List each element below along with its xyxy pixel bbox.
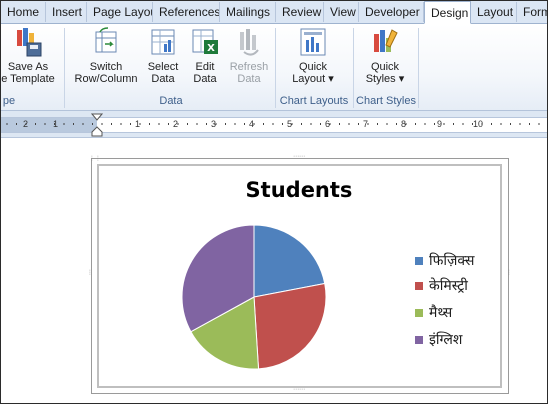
pie-slice-2[interactable] — [253, 282, 327, 370]
tab-review[interactable]: Review — [276, 2, 324, 22]
group-separator — [418, 28, 419, 108]
legend-label: फिज़िक्स — [429, 253, 475, 269]
quick-layout-icon — [300, 28, 326, 56]
refresh-data-label-1: Refresh — [229, 61, 269, 73]
legend-swatch — [415, 335, 423, 344]
tab-layout[interactable]: Layout — [471, 2, 517, 22]
quick-styles-label-1: Quick — [370, 61, 400, 73]
legend-label: मैथ्स — [429, 305, 453, 321]
excel-edit-icon: X — [192, 29, 218, 54]
group-separator — [275, 28, 276, 108]
tab-home[interactable]: Home — [1, 2, 46, 22]
select-data-label-2: Data — [151, 73, 175, 85]
resize-handle[interactable]: ⋮⋮ — [89, 155, 101, 162]
group-label-data: Data — [159, 95, 183, 107]
refresh-data-label-2: Data — [237, 73, 261, 85]
save-as-template-button[interactable]: Save As e Template — [1, 26, 61, 85]
svg-text:X: X — [207, 43, 215, 54]
edit-data-label-2: Data — [193, 73, 217, 85]
tab-mailings[interactable]: Mailings — [220, 2, 276, 22]
quick-styles-label-2: Styles ▾ — [365, 73, 405, 85]
legend-item[interactable]: मैथ्स — [415, 303, 452, 322]
group-separator — [64, 28, 65, 108]
switch-row-column-button[interactable]: Switch Row/Column — [69, 26, 143, 85]
chart-title[interactable]: Students — [199, 178, 399, 202]
legend-label: इंग्लिश — [429, 332, 463, 348]
legend-swatch — [415, 308, 423, 317]
group-label-chart-styles: Chart Styles — [356, 95, 416, 107]
window-frame: Home Insert Page Layout References Maili… — [0, 0, 548, 404]
select-data-icon — [151, 29, 175, 55]
tab-view[interactable]: View — [324, 2, 359, 22]
legend-swatch — [415, 256, 423, 265]
save-as-template-label-1: Save As — [7, 61, 49, 73]
select-data-label-1: Select — [147, 61, 179, 73]
quick-layout-label-1: Quick — [298, 61, 328, 73]
ribbon-tab-bar: Home Insert Page Layout References Maili… — [1, 1, 547, 24]
tab-format[interactable]: Format — [517, 2, 547, 22]
tab-developer[interactable]: Developer — [359, 2, 424, 22]
legend-item[interactable]: फिज़िक्स — [415, 251, 474, 270]
save-as-template-label-2: e Template — [1, 73, 55, 85]
group-label-type: pe — [2, 95, 16, 107]
legend-swatch — [415, 281, 423, 290]
switch-label-1: Switch — [89, 61, 123, 73]
ruler-ticks — [6, 123, 540, 125]
horizontal-ruler[interactable]: 2 1 1 2 3 4 5 6 7 8 9 10 — [1, 111, 547, 138]
resize-handle[interactable]: ⋮ — [506, 269, 512, 276]
resize-handle[interactable]: ⋯⋯ — [293, 153, 305, 160]
tab-page-layout[interactable]: Page Layout — [87, 2, 153, 22]
resize-handle[interactable]: ⋮ — [87, 269, 93, 276]
switch-row-column-icon — [95, 27, 117, 53]
legend-label: केमिस्ट्री — [429, 278, 468, 294]
pie-chart[interactable] — [171, 219, 337, 381]
switch-label-2: Row/Column — [74, 73, 138, 85]
resize-handle[interactable]: ⋯⋯ — [293, 386, 305, 393]
group-label-chart-layouts: Chart Layouts — [279, 95, 349, 107]
select-data-button[interactable]: Select Data — [143, 26, 183, 85]
quick-styles-icon — [374, 29, 398, 52]
legend-item[interactable]: इंग्लिश — [415, 330, 462, 349]
quick-styles-button[interactable]: Quick Styles ▾ — [359, 26, 411, 85]
tab-design[interactable]: Design — [424, 1, 471, 24]
edit-data-label-1: Edit — [195, 61, 215, 73]
refresh-data-button[interactable]: Refresh Data — [227, 26, 271, 85]
save-as-template-icon — [17, 28, 42, 57]
ribbon: Save As e Template Switch Row/Column Sel… — [1, 24, 547, 111]
tab-references[interactable]: References — [153, 2, 220, 22]
quick-layout-button[interactable]: Quick Layout ▾ — [287, 26, 339, 85]
refresh-data-icon — [240, 29, 259, 56]
quick-layout-label-2: Layout ▾ — [292, 73, 334, 85]
edit-data-button[interactable]: X Edit Data — [185, 26, 225, 85]
legend-item[interactable]: केमिस्ट्री — [415, 276, 468, 295]
tab-insert[interactable]: Insert — [46, 2, 87, 22]
